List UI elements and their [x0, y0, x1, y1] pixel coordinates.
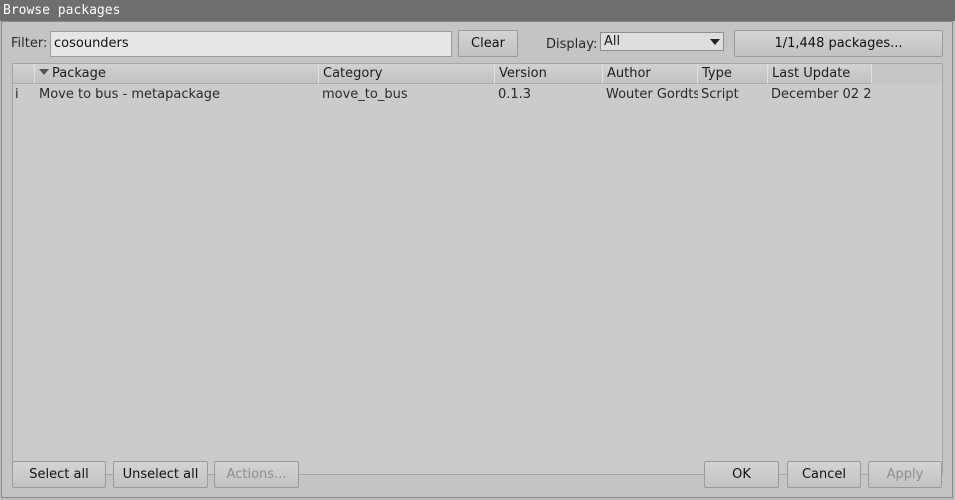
display-label: Display:	[546, 37, 598, 52]
table-header: Package Category Version Author Type Las…	[13, 64, 942, 84]
packages-table: Package Category Version Author Type Las…	[12, 63, 943, 475]
clear-button[interactable]: Clear	[458, 30, 518, 57]
row-last-update: December 02 202	[771, 87, 871, 102]
column-header-type-label: Type	[702, 66, 732, 81]
filter-label: Filter:	[11, 36, 48, 51]
clear-button-label: Clear	[471, 36, 505, 51]
column-header-author[interactable]: Author	[603, 64, 698, 84]
actions-button[interactable]: Actions...	[214, 461, 299, 488]
row-type: Script	[701, 87, 739, 102]
select-all-label: Select all	[29, 467, 89, 482]
unselect-all-button[interactable]: Unselect all	[113, 461, 208, 488]
column-header-package-label: Package	[52, 66, 106, 81]
table-row[interactable]: i Move to bus - metapackage move_to_bus …	[13, 85, 942, 105]
apply-label: Apply	[886, 467, 924, 482]
row-status: i	[15, 87, 19, 102]
packages-count-label: 1/1,448 packages...	[774, 36, 903, 51]
column-header-package[interactable]: Package	[35, 64, 319, 84]
apply-button[interactable]: Apply	[868, 461, 942, 488]
actions-label: Actions...	[226, 467, 287, 482]
column-header-category[interactable]: Category	[319, 64, 495, 84]
column-header-last-update-label: Last Update	[772, 66, 851, 81]
row-package: Move to bus - metapackage	[39, 87, 221, 102]
browse-packages-dialog: Filter: cosounders Clear Display: All 1/…	[1, 21, 953, 498]
column-header-category-label: Category	[323, 66, 383, 81]
row-author: Wouter Gordts	[606, 87, 698, 102]
ok-label: OK	[732, 467, 751, 482]
row-version: 0.1.3	[498, 87, 532, 102]
ok-button[interactable]: OK	[704, 461, 779, 488]
dropdown-arrow-icon	[710, 39, 720, 45]
packages-count-button[interactable]: 1/1,448 packages...	[734, 30, 943, 57]
column-header-last-update[interactable]: Last Update	[768, 64, 872, 84]
column-header-author-label: Author	[607, 66, 651, 81]
display-selected-value: All	[604, 34, 621, 49]
select-all-button[interactable]: Select all	[12, 461, 106, 488]
column-header-version[interactable]: Version	[495, 64, 603, 84]
cancel-button[interactable]: Cancel	[787, 461, 861, 488]
column-header-status[interactable]	[13, 64, 35, 84]
sort-descending-icon	[39, 69, 49, 75]
column-header-version-label: Version	[499, 66, 547, 81]
column-header-type[interactable]: Type	[698, 64, 768, 84]
filter-input[interactable]: cosounders	[50, 31, 452, 57]
row-category: move_to_bus	[322, 87, 408, 102]
cancel-label: Cancel	[801, 467, 847, 482]
window-title: Browse packages	[0, 0, 955, 21]
display-select[interactable]: All	[600, 32, 724, 51]
unselect-all-label: Unselect all	[122, 467, 199, 482]
